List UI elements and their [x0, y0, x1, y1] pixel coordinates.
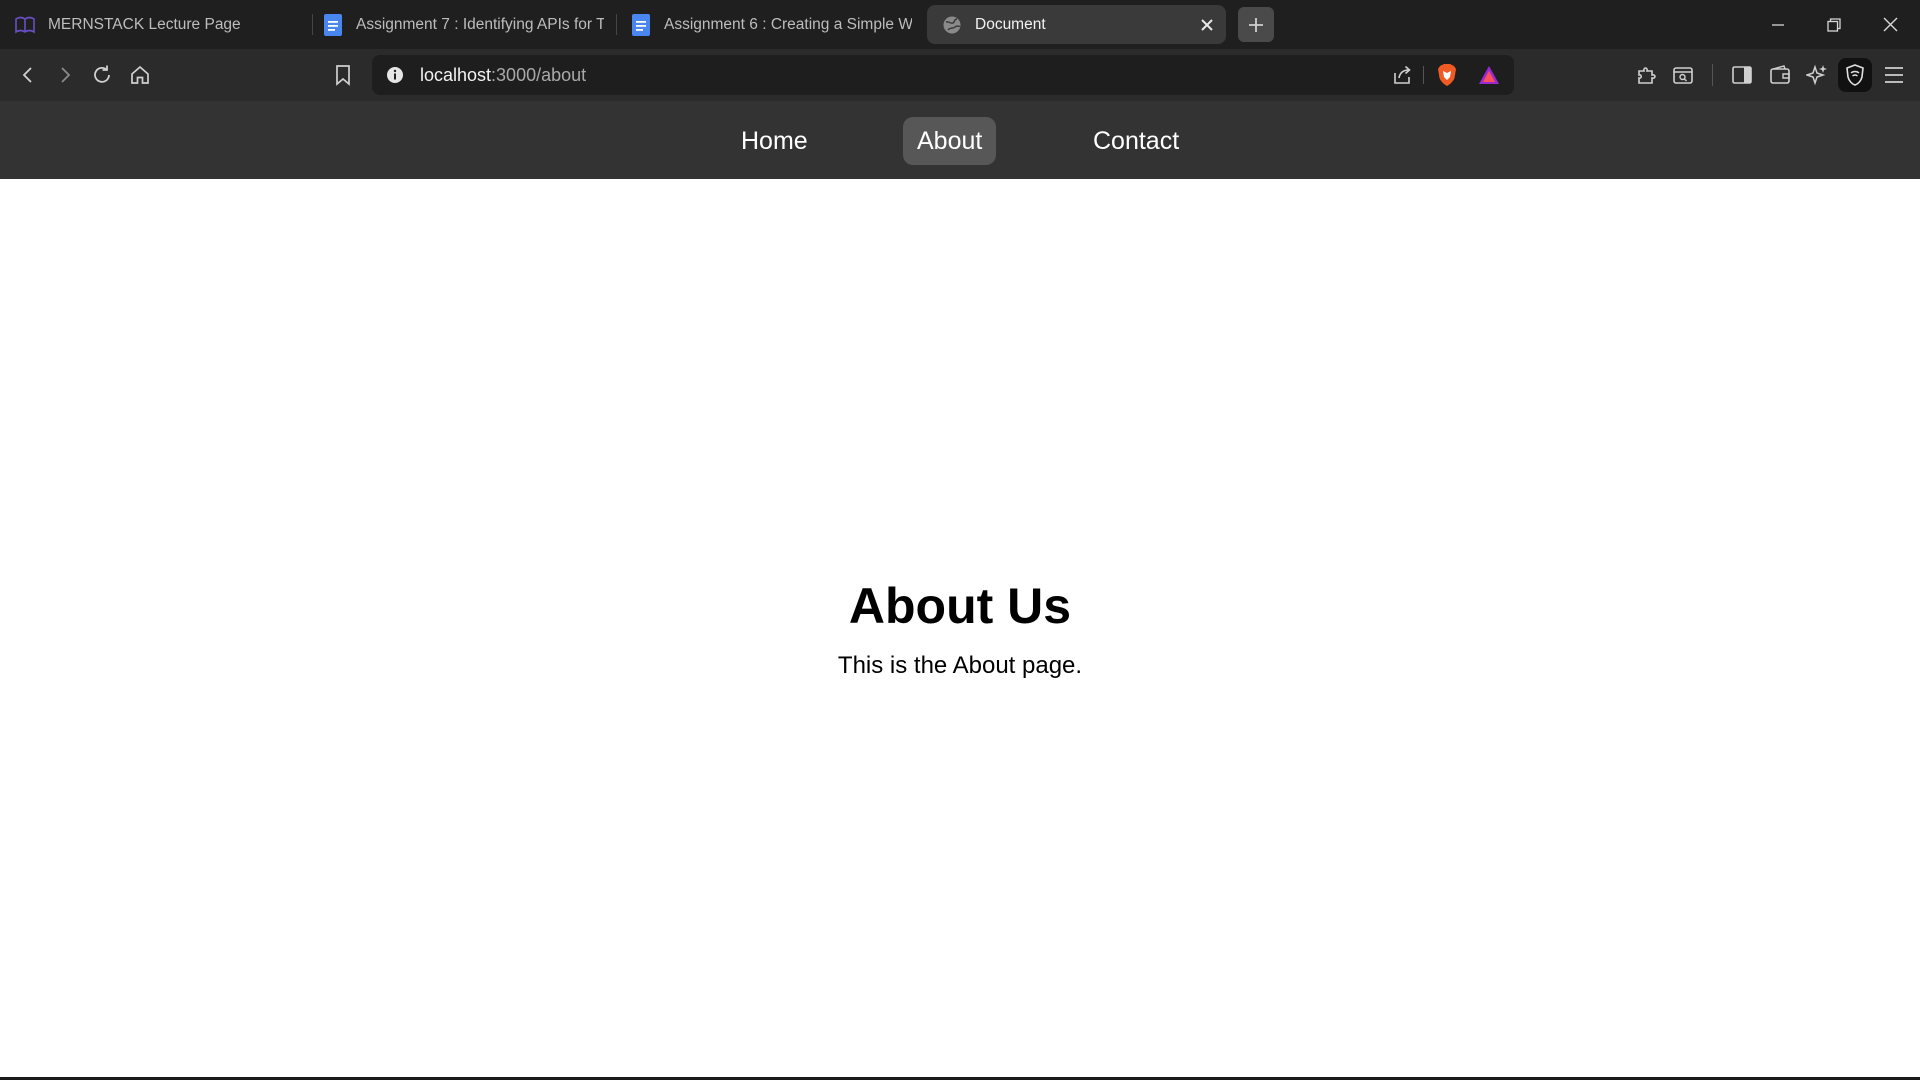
new-tab-button[interactable]	[1238, 7, 1274, 42]
tab-separator	[312, 14, 313, 35]
reload-button[interactable]	[89, 62, 115, 88]
url-separator	[1423, 66, 1424, 84]
browser-toolbar: localhost:3000/about	[0, 49, 1920, 101]
plus-icon	[1249, 17, 1263, 32]
minimize-button[interactable]	[1750, 0, 1806, 49]
tab-title: MERNSTACK Lecture Page	[48, 15, 241, 33]
forward-arrow-icon	[61, 67, 71, 83]
home-icon	[131, 65, 149, 84]
nav-link-contact[interactable]: Contact	[1079, 117, 1193, 165]
tab-title: Document	[975, 15, 1046, 33]
site-info-icon[interactable]	[386, 66, 404, 89]
tab-search-icon	[1673, 67, 1693, 84]
nav-link-home[interactable]: Home	[727, 117, 822, 165]
vpn-button[interactable]	[1838, 58, 1872, 92]
back-button[interactable]	[15, 62, 41, 88]
page-title: About Us	[848, 578, 1072, 634]
shield-icon	[1846, 64, 1864, 86]
bookmark-button[interactable]	[330, 62, 356, 88]
tab-strip: MERNSTACK Lecture Page Assignment 7 : Id…	[0, 0, 1920, 49]
docs-icon	[322, 13, 344, 36]
close-window-button[interactable]	[1862, 0, 1918, 49]
close-tab-icon[interactable]	[1196, 14, 1218, 36]
brave-shields-icon[interactable]	[1436, 63, 1458, 92]
sidebar-button[interactable]	[1729, 62, 1755, 88]
leo-ai-button[interactable]	[1804, 62, 1830, 88]
menu-button[interactable]	[1881, 62, 1907, 88]
brave-rewards-icon[interactable]	[1478, 65, 1500, 90]
toolbar-separator	[1712, 64, 1713, 86]
site-navbar: Home About Contact	[0, 101, 1920, 179]
url-text[interactable]: localhost:3000/about	[420, 55, 586, 95]
restore-button[interactable]	[1806, 0, 1862, 49]
tab-mernstack[interactable]: MERNSTACK Lecture Page	[14, 5, 304, 44]
minimize-icon	[1772, 23, 1784, 26]
sidebar-icon	[1732, 66, 1752, 84]
nav-link-about[interactable]: About	[903, 117, 997, 165]
share-icon[interactable]	[1391, 64, 1413, 91]
book-icon	[14, 14, 36, 36]
close-icon	[1883, 17, 1897, 32]
puzzle-icon	[1638, 67, 1656, 84]
tab-title: Assignment 7 : Identifying APIs for To	[356, 15, 604, 33]
back-arrow-icon	[22, 67, 32, 83]
bookmark-icon	[336, 65, 350, 86]
tab-document[interactable]: Document	[927, 5, 1226, 44]
extensions-button[interactable]	[1634, 62, 1660, 88]
wallet-button[interactable]	[1767, 62, 1793, 88]
home-button[interactable]	[127, 62, 153, 88]
tab-title: Assignment 6 : Creating a Simple We	[664, 15, 912, 33]
page-content: About Us This is the About page.	[0, 179, 1920, 1077]
address-bar[interactable]: localhost:3000/about	[372, 55, 1514, 95]
page-description: This is the About page.	[837, 652, 1083, 679]
reload-icon	[94, 65, 110, 83]
tab-assignment-6[interactable]: Assignment 6 : Creating a Simple We	[630, 5, 912, 44]
docs-icon	[630, 13, 652, 36]
wallet-icon	[1770, 65, 1790, 84]
forward-button[interactable]	[52, 62, 78, 88]
tab-search-button[interactable]	[1670, 62, 1696, 88]
url-host: localhost	[420, 65, 492, 85]
tab-assignment-7[interactable]: Assignment 7 : Identifying APIs for To	[322, 5, 604, 44]
restore-icon	[1827, 17, 1841, 32]
sparkle-icon	[1806, 64, 1827, 86]
tab-separator	[616, 14, 617, 35]
hamburger-menu-icon	[1885, 67, 1903, 83]
globe-icon	[941, 14, 963, 36]
url-path: :3000/about	[491, 65, 587, 85]
